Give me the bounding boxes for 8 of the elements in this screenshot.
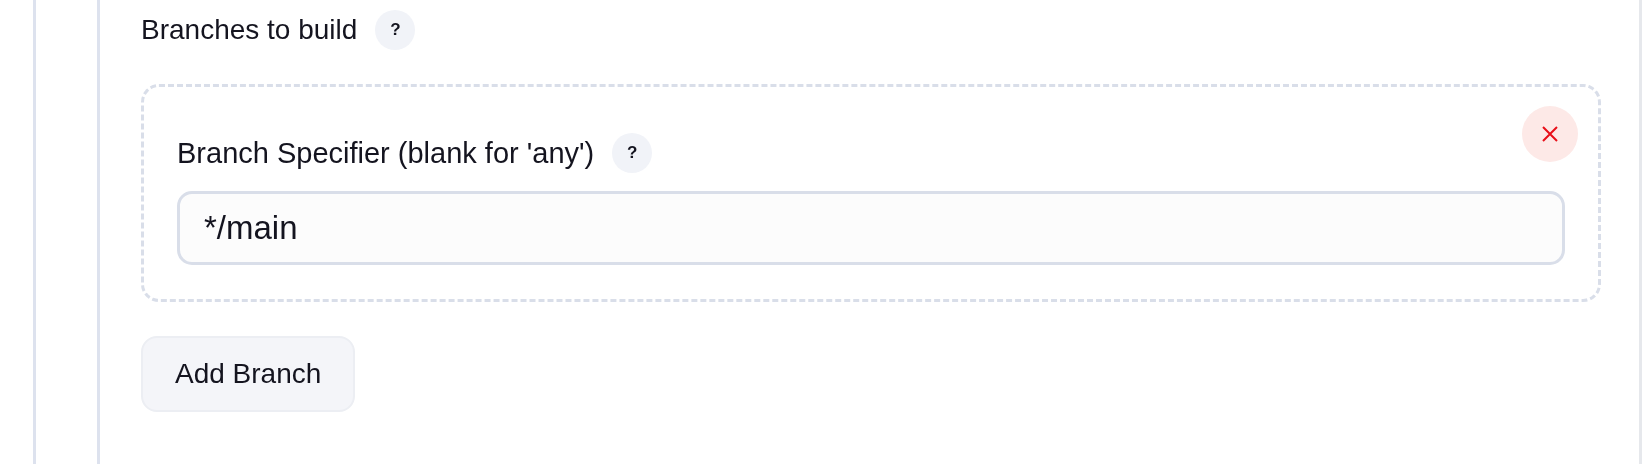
- close-icon: [1540, 124, 1560, 144]
- branch-input-field[interactable]: */main: [177, 191, 1565, 265]
- add-branch-button[interactable]: Add Branch: [141, 336, 356, 412]
- help-button[interactable]: ?: [612, 133, 653, 173]
- field-label: Branch Specifier (blank for 'any'): [177, 136, 595, 170]
- help-button[interactable]: ?: [375, 10, 416, 50]
- section-title: Branches to build: [141, 14, 358, 46]
- close-button[interactable]: [1522, 106, 1578, 162]
